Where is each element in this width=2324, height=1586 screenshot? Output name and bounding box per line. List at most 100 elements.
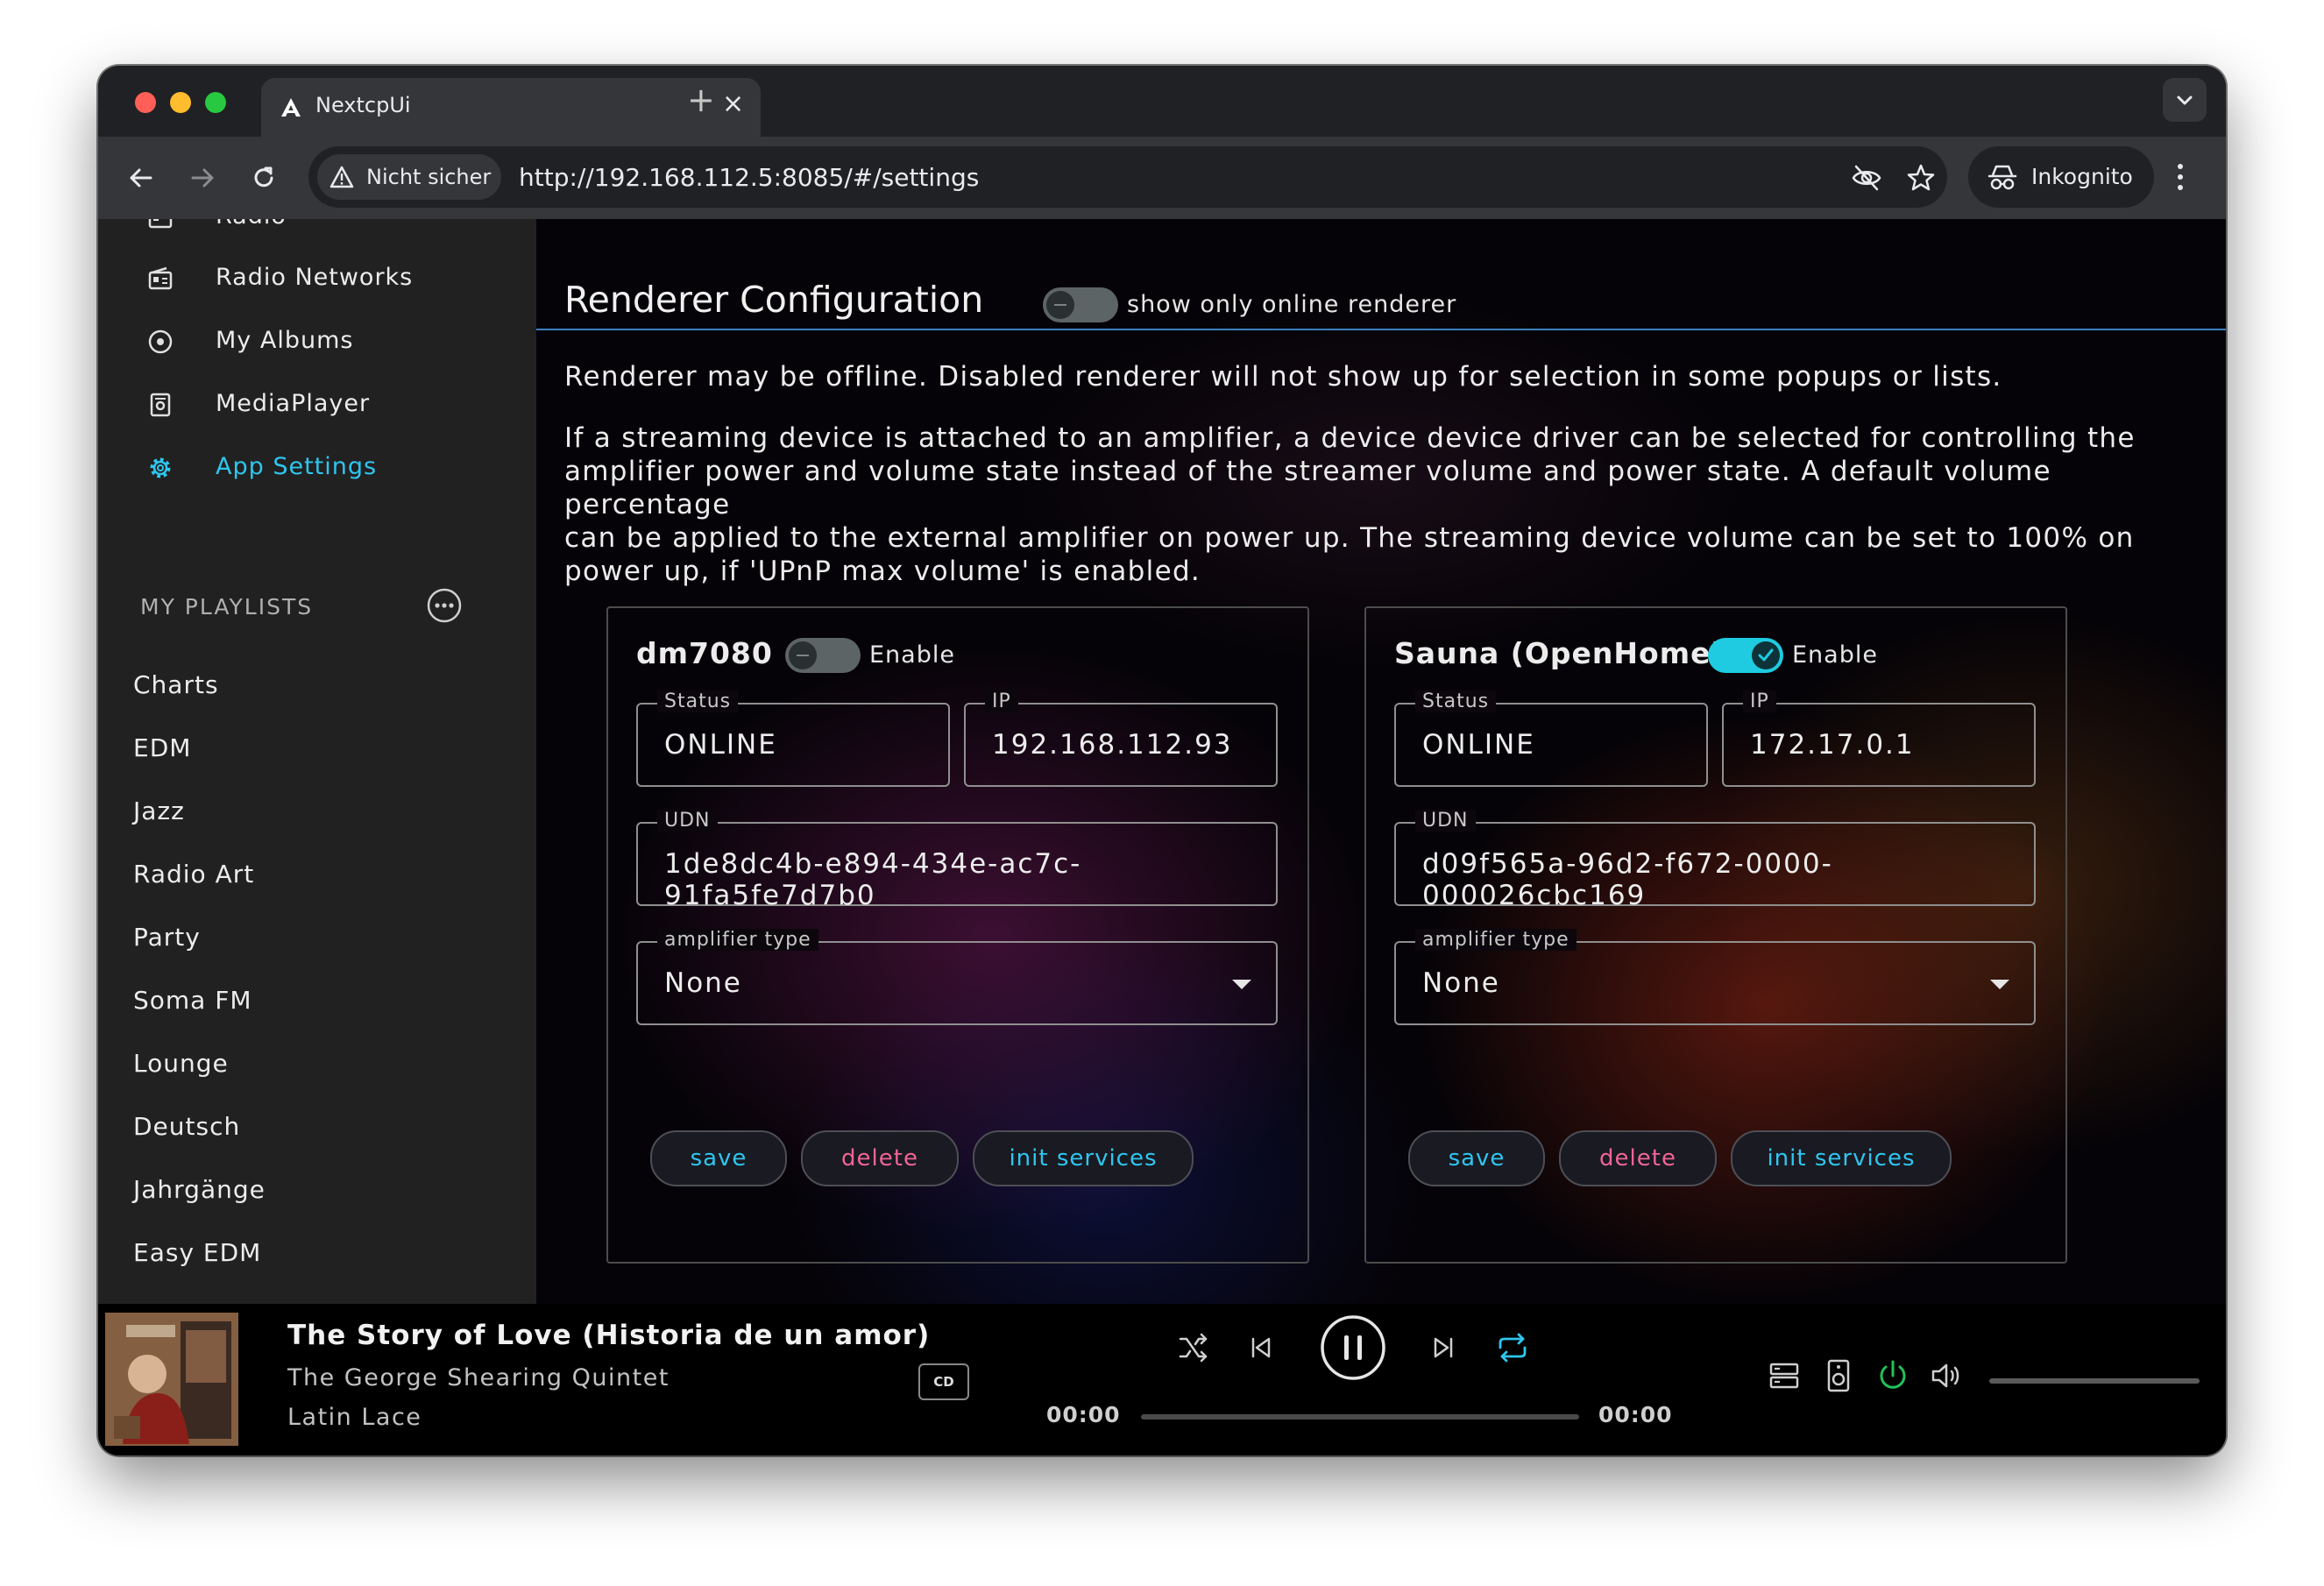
playlist-item[interactable]: Deutsch (133, 1112, 240, 1141)
eye-off-icon[interactable] (1851, 162, 1882, 194)
ip-value: 172.17.0.1 (1750, 729, 1915, 761)
browser-tab[interactable]: NextcpUi × (261, 78, 761, 137)
tab-strip: NextcpUi × + (98, 66, 2226, 137)
ip-field-label: IP (985, 690, 1018, 712)
media-player-icon (150, 393, 171, 417)
playlist-item[interactable]: Soma FM (133, 986, 252, 1015)
udn-field-label: UDN (657, 810, 718, 832)
radio-icon (148, 219, 173, 229)
renderer-name: dm7080 (636, 636, 773, 670)
status-field[interactable]: Status ONLINE (636, 690, 950, 787)
init-services-button[interactable]: init services (1731, 1130, 1952, 1186)
status-field[interactable]: Status ONLINE (1394, 690, 1708, 787)
radio-icon (148, 266, 173, 290)
progress-slider[interactable] (1141, 1414, 1579, 1420)
enable-label: Enable (869, 641, 955, 669)
help-line: can be applied to the external amplifier… (564, 522, 2135, 554)
volume-icon[interactable] (1930, 1360, 1963, 1391)
power-icon[interactable] (1875, 1358, 1910, 1393)
online-filter-toggle[interactable] (1043, 287, 1118, 322)
angular-favicon-icon (281, 98, 301, 117)
more-horizontal-icon[interactable] (426, 587, 463, 624)
help-line: amplifier power and volume state instead… (564, 456, 2051, 520)
album-cover[interactable] (105, 1313, 238, 1446)
url-text[interactable]: http://192.168.112.5:8085/#/settings (519, 163, 979, 192)
status-field-label: Status (657, 690, 739, 712)
minimize-window-button[interactable] (170, 92, 191, 113)
more-vertical-icon[interactable] (2172, 159, 2189, 195)
security-indicator[interactable]: Nicht sicher (317, 154, 501, 200)
reload-icon[interactable] (247, 161, 280, 195)
page-title: Renderer Configuration (564, 279, 984, 321)
sidebar-item-radio-networks[interactable]: Radio Networks (98, 252, 536, 305)
sidebar-item-app-settings[interactable]: App Settings (98, 442, 536, 494)
playlist-item[interactable]: Party (133, 923, 201, 952)
address-bar[interactable]: Nicht sicher http://192.168.112.5:8085/#… (308, 146, 1947, 208)
init-services-button[interactable]: init services (973, 1130, 1194, 1186)
next-track-icon[interactable] (1428, 1333, 1458, 1363)
dropdown-arrow-icon (1990, 980, 2009, 989)
playlist-item[interactable]: Radio Art (133, 860, 254, 889)
renderer-name: Sauna (OpenHome) (1394, 636, 1725, 670)
player-bar: The Story of Love (Historia de un amor) … (98, 1304, 2226, 1455)
playlists-header: MY PLAYLISTS (140, 594, 314, 620)
sidebar-item-label: Radio (216, 219, 287, 230)
profile-label: Inkognito (2031, 164, 2133, 189)
ip-field[interactable]: IP 172.17.0.1 (1722, 690, 2036, 787)
playlist-item[interactable]: Jazz (133, 797, 185, 825)
renderer-card: Sauna (OpenHome) Enable Status ONLINE IP… (1364, 606, 2067, 1264)
udn-value: 1de8dc4b-e894-434e-ac7c-91fa5fe7d7b0 (664, 848, 1082, 911)
browser-toolbar: Nicht sicher http://192.168.112.5:8085/#… (98, 137, 2226, 219)
help-line: power up, if 'UPnP max volume' is enable… (564, 556, 1201, 587)
shuffle-icon[interactable] (1176, 1330, 1211, 1365)
close-tab-icon[interactable]: × (722, 89, 744, 119)
pause-button[interactable] (1320, 1314, 1386, 1381)
amplifier-type-select[interactable]: amplifier type None (636, 929, 1278, 1025)
sidebar-item-label: App Settings (216, 453, 378, 480)
previous-track-icon[interactable] (1246, 1333, 1276, 1363)
back-arrow-icon[interactable] (124, 161, 158, 195)
renderer-enable-toggle[interactable] (785, 638, 861, 673)
repeat-icon[interactable] (1495, 1330, 1530, 1365)
close-window-button[interactable] (135, 92, 156, 113)
star-icon[interactable] (1905, 162, 1937, 194)
chevron-down-icon (2177, 96, 2193, 105)
save-button[interactable]: save (1408, 1130, 1545, 1186)
playlist-item[interactable]: Jahrgänge (133, 1175, 266, 1204)
renderer-enable-toggle[interactable] (1708, 638, 1783, 673)
udn-field[interactable]: UDN d09f565a-96d2-f672-0000-000026cbc169 (1394, 810, 2036, 911)
sidebar-item-my-albums[interactable]: My Albums (98, 315, 536, 368)
gear-icon (150, 457, 171, 478)
status-value: ONLINE (664, 729, 777, 761)
forward-arrow-icon[interactable] (186, 161, 219, 195)
help-line: If a streaming device is attached to an … (564, 422, 2136, 454)
online-filter-label: show only online renderer (1127, 291, 1457, 318)
delete-button[interactable]: delete (1559, 1130, 1717, 1186)
volume-slider[interactable] (1989, 1378, 2200, 1384)
speaker-device-icon[interactable] (1823, 1358, 1854, 1393)
playlist-item[interactable]: EDM (133, 733, 191, 762)
tab-search-button[interactable] (2163, 78, 2207, 122)
playlist-item[interactable]: Easy EDM (133, 1238, 261, 1267)
playlist-item[interactable]: Charts (133, 670, 219, 699)
delete-button[interactable]: delete (801, 1130, 959, 1186)
track-album[interactable]: Latin Lace (287, 1404, 422, 1431)
ip-field[interactable]: IP 192.168.112.93 (964, 690, 1278, 787)
warning-icon (329, 166, 354, 188)
udn-field[interactable]: UDN 1de8dc4b-e894-434e-ac7c-91fa5fe7d7b0 (636, 810, 1278, 911)
enable-label: Enable (1792, 641, 1878, 669)
ip-value: 192.168.112.93 (992, 729, 1233, 761)
save-button[interactable]: save (650, 1130, 787, 1186)
check-icon (1758, 648, 1774, 662)
sidebar-item-radio[interactable]: Radio (98, 219, 536, 244)
incognito-profile-button[interactable]: Inkognito (1968, 146, 2154, 208)
total-time: 00:00 (1598, 1402, 1673, 1427)
sidebar-item-mediaplayer[interactable]: MediaPlayer (98, 379, 536, 431)
track-artist[interactable]: The George Shearing Quintet (287, 1364, 670, 1391)
playlist-item[interactable]: Lounge (133, 1049, 229, 1078)
new-tab-icon[interactable]: + (687, 83, 715, 117)
queue-icon[interactable] (1768, 1360, 1800, 1391)
app-root: Radio Radio Networks My Albums (98, 219, 2226, 1455)
zoom-window-button[interactable] (205, 92, 226, 113)
amplifier-type-select[interactable]: amplifier type None (1394, 929, 2036, 1025)
